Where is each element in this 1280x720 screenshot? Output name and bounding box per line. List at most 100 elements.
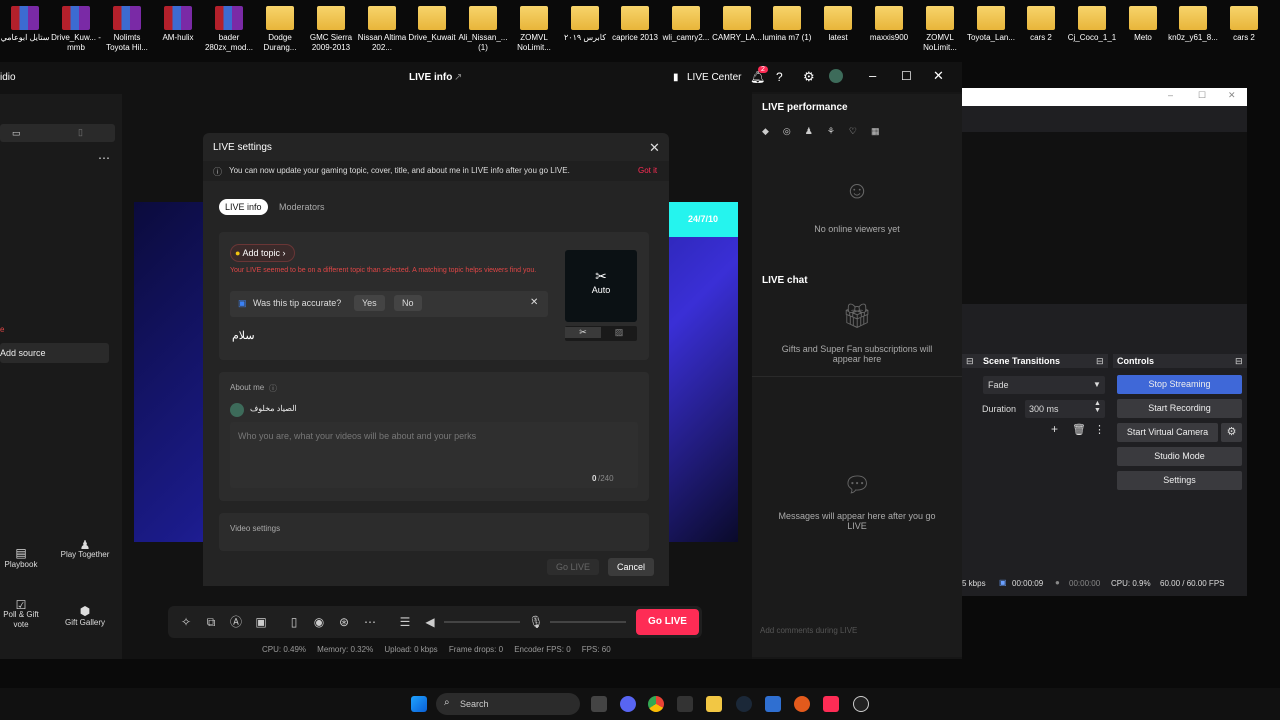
cut-mode-icon[interactable]: ✂ — [565, 327, 601, 338]
desktop-icon[interactable]: كابرس ٢٠١٩ — [560, 6, 610, 43]
playbook-button[interactable]: ▤ Playbook — [0, 546, 42, 569]
share-icon[interactable]: ↗ — [454, 72, 462, 83]
desktop-icon[interactable]: Nolimts Toyota Hil... — [102, 6, 152, 53]
tab-moderators[interactable]: Moderators — [279, 202, 325, 212]
desktop-icon[interactable]: kn0z_y61_8... — [1168, 6, 1218, 43]
metric-icons[interactable]: ◆◎♟⚘♡▦ — [762, 126, 893, 137]
desktop-icon[interactable]: CAMRY_LA... — [712, 6, 762, 43]
avatar[interactable] — [829, 69, 843, 83]
live-title-input[interactable]: سلام — [232, 329, 255, 342]
stepper-icon[interactable]: ▲ ▼ — [1094, 400, 1101, 414]
phone-icon[interactable]: ▯ — [286, 614, 302, 630]
taskbar-search[interactable]: ⌕ Search — [436, 693, 580, 715]
minimize-icon[interactable]: – — [1168, 90, 1173, 100]
start-virtual-camera-button[interactable]: Start Virtual Camera — [1117, 423, 1218, 442]
desktop-icon[interactable]: Drive_Kuw... -mmb — [51, 6, 101, 53]
desktop-icon[interactable]: GMC Sierra 2009-2013 — [306, 6, 356, 53]
record-icon[interactable]: ◉ — [311, 614, 327, 630]
desktop-icon[interactable]: lumina m7 (1) — [762, 6, 812, 43]
start-recording-button[interactable]: Start Recording — [1117, 399, 1242, 418]
desktop-icon[interactable]: cars 2 — [1219, 6, 1269, 43]
desktop-icon[interactable]: Meto — [1118, 6, 1168, 43]
play-together-button[interactable]: ♟ Play Together — [58, 539, 112, 560]
desktop-icon[interactable]: AM-hulix — [153, 6, 203, 43]
desktop-icon[interactable]: Drive_Kuwait — [407, 6, 457, 43]
settings-button[interactable]: Settings — [1117, 471, 1242, 490]
desktop-icon[interactable]: caprice 2013 — [610, 6, 660, 43]
steam-icon[interactable] — [736, 696, 752, 712]
more-icon[interactable]: ⋮ — [1094, 423, 1105, 436]
close-icon[interactable]: ✕ — [530, 297, 538, 308]
mixer-icon[interactable]: ☰ — [397, 614, 413, 630]
tiktok-icon[interactable] — [823, 696, 839, 712]
tip-no-button[interactable]: No — [394, 295, 422, 311]
minimize-icon[interactable]: – — [869, 68, 876, 83]
tip-yes-button[interactable]: Yes — [354, 295, 385, 311]
poll-button[interactable]: ☑ Poll & Gift vote — [0, 599, 42, 630]
desktop-icon[interactable]: Toyota_Lan... — [966, 6, 1016, 43]
close-icon[interactable]: ✕ — [1228, 90, 1236, 101]
help-icon[interactable]: ? — [776, 70, 783, 84]
image-mode-icon[interactable]: ▨ — [601, 327, 637, 338]
desktop-icon[interactable]: Dodge Durang... — [255, 6, 305, 53]
got-it-link[interactable]: Got it — [638, 166, 657, 175]
studio-mode-button[interactable]: Studio Mode — [1117, 447, 1242, 466]
desktop-icon[interactable]: ZOMVL NoLimit... — [915, 6, 965, 53]
more-tools-icon[interactable]: ⋯ — [362, 614, 378, 630]
tab-live-info[interactable]: LIVE info — [219, 199, 268, 215]
screen-icon[interactable]: ▣ — [253, 614, 269, 630]
desktop-icon[interactable]: latest — [813, 6, 863, 43]
dock-icon[interactable]: ⊟ — [1096, 356, 1104, 367]
go-live-button[interactable]: Go LIVE — [636, 609, 699, 635]
more-icon[interactable]: ⋯ — [98, 151, 110, 165]
duration-input[interactable]: 300 ms ▲ ▼ — [1025, 400, 1105, 418]
task-view-icon[interactable] — [591, 696, 607, 712]
landscape-icon[interactable]: ▭ — [12, 128, 21, 139]
volume-icon[interactable]: ◀ — [422, 614, 438, 630]
layers-icon[interactable]: ⧉ — [203, 614, 219, 630]
maximize-icon[interactable]: ☐ — [901, 69, 912, 83]
portrait-icon[interactable]: ▯ — [78, 127, 83, 138]
comment-input[interactable]: Add comments during LIVE — [760, 626, 952, 635]
dock-icon[interactable]: ⊟ — [1235, 356, 1243, 367]
desktop-icon[interactable]: ZOMVL NoLimit... — [509, 6, 559, 53]
volume-slider[interactable] — [444, 621, 520, 623]
app-icon[interactable] — [677, 696, 693, 712]
add-source-button[interactable]: Add source — [0, 343, 109, 363]
cancel-button[interactable]: Cancel — [608, 558, 655, 576]
gift-gallery-button[interactable]: ⬢ Gift Gallery — [58, 604, 112, 627]
layout-toggle[interactable]: ▭ ▯ — [0, 124, 115, 142]
obs-icon[interactable] — [853, 696, 869, 712]
photos-icon[interactable] — [765, 696, 781, 712]
stop-streaming-button[interactable]: Stop Streaming — [1117, 375, 1242, 394]
desktop-icon[interactable]: Nissan Altima 202... — [357, 6, 407, 53]
mic-slider[interactable] — [550, 621, 626, 623]
gear-icon[interactable]: ⚙ — [1221, 423, 1242, 442]
app-icon[interactable] — [794, 696, 810, 712]
magic-icon[interactable]: ✧ — [178, 614, 194, 630]
about-textarea[interactable]: Who you are, what your videos will be ab… — [230, 422, 638, 488]
desktop-icon[interactable]: maxxis900 — [864, 6, 914, 43]
desktop-icon[interactable]: ستايل ابوعامي — [0, 6, 50, 43]
ai-icon[interactable]: Ⓐ — [228, 614, 244, 630]
transition-select[interactable]: Fade ▼ — [983, 376, 1105, 394]
trash-icon[interactable]: 🗑︎ — [1072, 423, 1086, 436]
close-icon[interactable]: ✕ — [933, 68, 944, 84]
live-center-icon[interactable]: ▮ — [673, 72, 679, 83]
desktop-icon[interactable]: Cj_Coco_1_1 — [1067, 6, 1117, 43]
file-explorer-icon[interactable] — [706, 696, 722, 712]
cover-image[interactable]: ✂ Auto — [565, 250, 637, 322]
add-topic-button[interactable]: ● Add topic › — [230, 244, 295, 262]
live-center-button[interactable]: LIVE Center — [687, 72, 741, 83]
maximize-icon[interactable]: ☐ — [1198, 90, 1206, 101]
windows-start-icon[interactable] — [411, 696, 427, 712]
desktop-icon[interactable]: wli_camry2... — [661, 6, 711, 43]
desktop-icon[interactable]: Ali_Nissan_... (1) — [458, 6, 508, 53]
effects-icon[interactable]: ⊛ — [336, 614, 352, 630]
add-icon[interactable]: + — [1051, 422, 1058, 436]
gear-icon[interactable]: ⚙ — [803, 69, 815, 85]
chrome-icon[interactable] — [648, 696, 664, 712]
close-icon[interactable]: ✕ — [649, 140, 660, 156]
desktop-icon[interactable]: cars 2 — [1016, 6, 1066, 43]
modal-go-live-button[interactable]: Go LIVE — [547, 559, 600, 575]
